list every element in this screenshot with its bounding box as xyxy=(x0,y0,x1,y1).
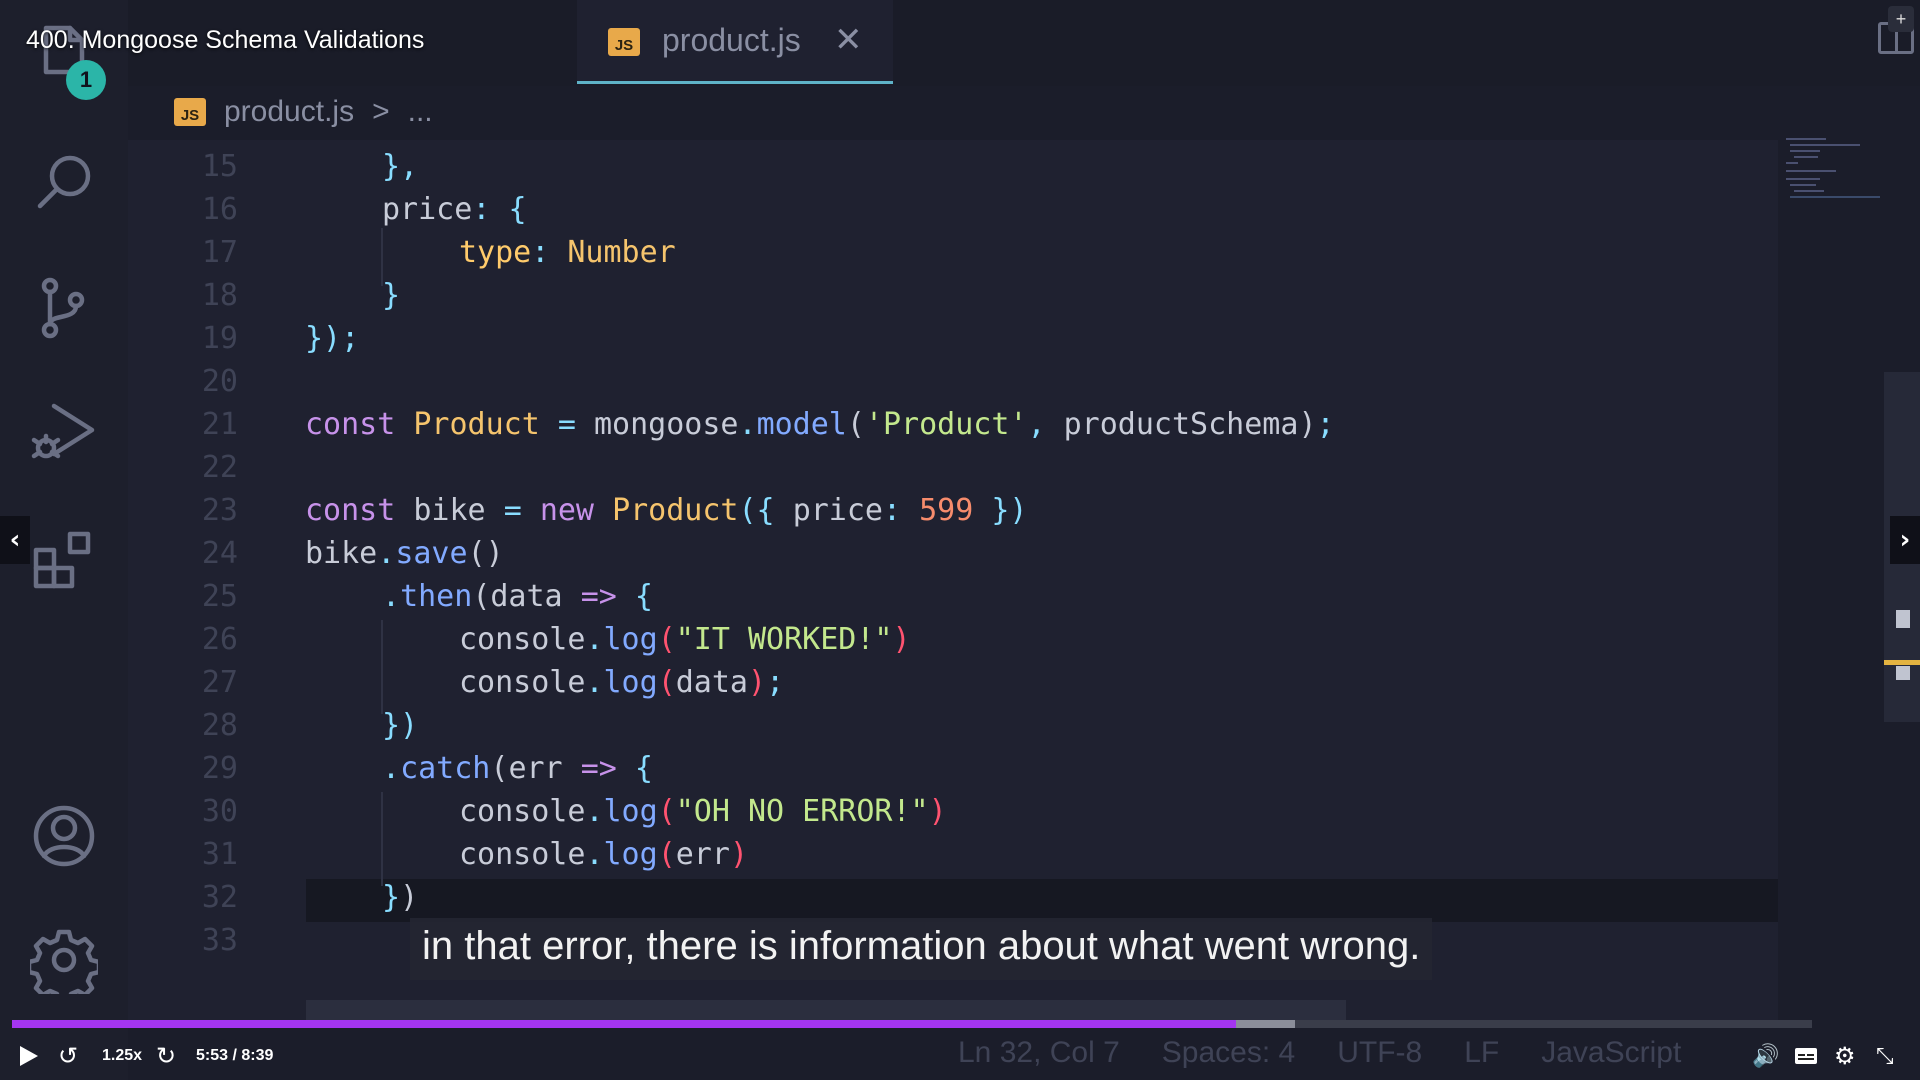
line-number: 31 xyxy=(201,837,238,872)
playback-speed[interactable]: 1.25x xyxy=(102,1036,142,1076)
indent-guide xyxy=(381,620,383,714)
js-file-icon: JS xyxy=(174,98,206,126)
next-lecture-button[interactable]: › xyxy=(1890,516,1920,564)
line-number: 23 xyxy=(201,493,238,528)
horizontal-scrollbar[interactable] xyxy=(306,1000,1346,1020)
search-icon[interactable] xyxy=(24,142,104,222)
account-icon[interactable] xyxy=(24,796,104,876)
line-number: 28 xyxy=(201,708,238,743)
gear-icon[interactable] xyxy=(24,920,104,1000)
line-number: 20 xyxy=(201,364,238,399)
code-line: price: { xyxy=(382,192,527,227)
line-number: 25 xyxy=(201,579,238,614)
code-line: }); xyxy=(305,321,360,356)
expand-corner-icon[interactable]: + xyxy=(1888,6,1914,32)
line-number: 19 xyxy=(201,321,238,356)
line-number: 26 xyxy=(201,622,238,657)
line-number: 29 xyxy=(201,751,238,786)
line-number: 18 xyxy=(201,278,238,313)
captions-icon[interactable] xyxy=(1794,1036,1818,1076)
run-debug-icon[interactable] xyxy=(24,392,104,472)
code-line: bike.save() xyxy=(305,536,504,571)
line-number: 33 xyxy=(201,923,238,958)
rewind-icon[interactable]: ↺ xyxy=(58,1036,78,1076)
volume-icon[interactable]: 🔊 xyxy=(1752,1036,1779,1076)
code-line: console.log("OH NO ERROR!") xyxy=(459,794,947,829)
video-progress-bar[interactable] xyxy=(12,1020,1812,1028)
indent-guide xyxy=(381,792,383,886)
video-caption: in that error, there is information abou… xyxy=(410,918,1433,980)
code-line: } xyxy=(382,278,401,313)
line-number: 22 xyxy=(201,450,238,485)
code-line: const bike = new Product({ price: 599 }) xyxy=(305,493,1028,528)
code-line: console.log(err) xyxy=(459,837,748,872)
code-line: console.log("IT WORKED!") xyxy=(459,622,911,657)
line-number: 30 xyxy=(201,794,238,829)
time-display: 5:53 / 8:39 xyxy=(196,1047,274,1064)
line-number: 27 xyxy=(201,665,238,700)
chevron-right-icon: > xyxy=(372,95,390,128)
breadcrumb-file[interactable]: product.js xyxy=(224,95,354,129)
settings-icon[interactable]: ⚙ xyxy=(1834,1036,1856,1076)
player-controls: ↺ 1.25x ↻ 5:53 / 8:39 🔊 ⚙ ⤡ xyxy=(0,1036,1920,1076)
close-tab-icon[interactable]: ✕ xyxy=(834,20,863,60)
js-file-icon: JS xyxy=(608,28,640,56)
play-icon xyxy=(20,1046,38,1066)
code-line: }, xyxy=(382,149,419,184)
source-control-icon[interactable] xyxy=(24,268,104,348)
code-line: const Product = mongoose.model('Product'… xyxy=(305,407,1335,442)
video-title: 400. Mongoose Schema Validations xyxy=(26,26,425,54)
forward-icon[interactable]: ↻ xyxy=(156,1036,176,1076)
breadcrumb: JS product.js > ... xyxy=(174,92,433,132)
code-line: .catch(err => { xyxy=(382,751,653,786)
minimap[interactable] xyxy=(1784,136,1884,200)
play-button[interactable] xyxy=(18,1036,40,1076)
code-line: }) xyxy=(382,708,419,743)
line-number: 16 xyxy=(201,192,238,227)
progress-fill xyxy=(12,1020,1236,1028)
tab-label[interactable]: product.js xyxy=(662,22,801,59)
current-line-highlight xyxy=(306,879,1778,922)
extensions-icon[interactable] xyxy=(24,520,104,600)
line-number: 21 xyxy=(201,407,238,442)
code-line: .then(data => { xyxy=(382,579,653,614)
line-number: 24 xyxy=(201,536,238,571)
breadcrumb-symbols[interactable]: ... xyxy=(408,95,433,129)
line-number: 15 xyxy=(201,149,238,184)
line-number: 32 xyxy=(201,880,238,915)
line-number: 17 xyxy=(201,235,238,270)
scrollbar-marker xyxy=(1896,610,1910,628)
code-line: }) xyxy=(382,880,419,915)
code-line: type: Number xyxy=(459,235,676,270)
exit-fullscreen-icon[interactable]: ⤡ xyxy=(1876,1036,1894,1076)
previous-lecture-button[interactable]: ‹ xyxy=(0,516,30,564)
scrollbar-marker xyxy=(1896,666,1910,680)
notification-badge: 1 xyxy=(66,60,106,100)
code-line: console.log(data); xyxy=(459,665,785,700)
scrollbar-marker xyxy=(1884,660,1920,665)
